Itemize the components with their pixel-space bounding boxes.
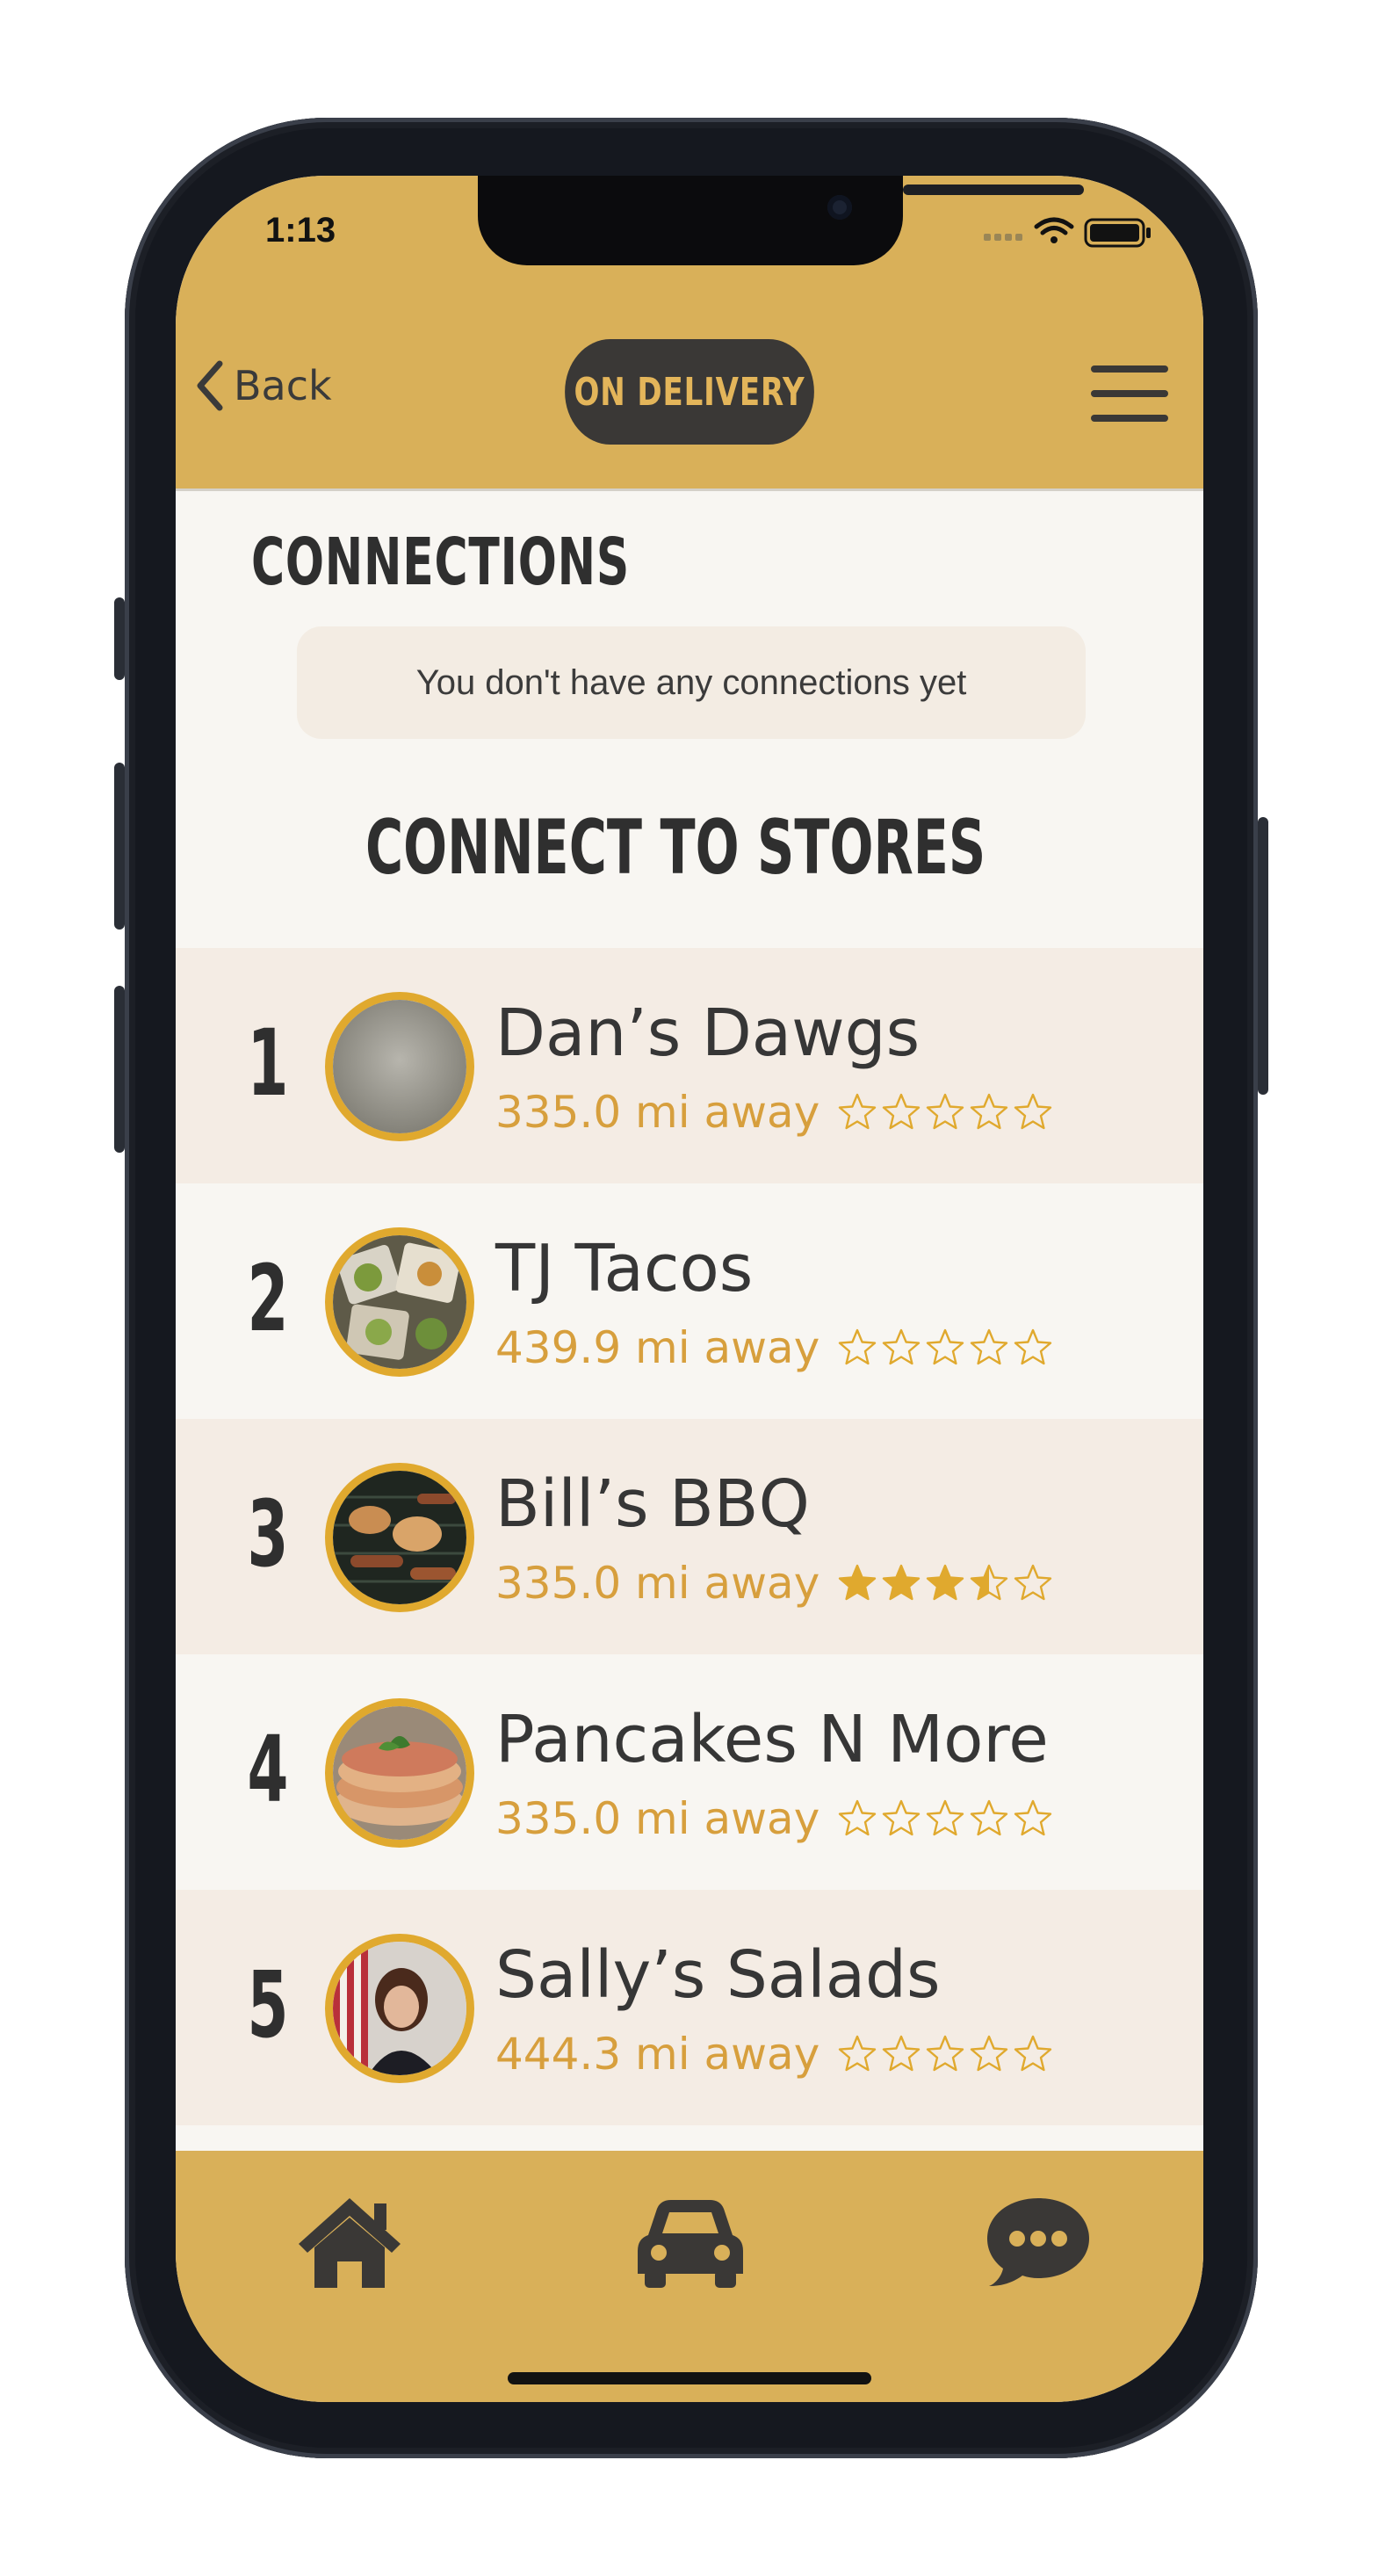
store-avatar <box>325 1934 474 2083</box>
store-distance: 335.0 mi away <box>495 1087 820 1138</box>
star-empty-icon <box>927 1799 964 1836</box>
main-content: CONNECTIONS You don't have any connectio… <box>176 491 1203 2152</box>
star-empty-icon <box>927 1328 964 1365</box>
store-list: 1 Dan’s Dawgs 335.0 mi away 2 TJ Tacos 4… <box>176 948 1203 2125</box>
star-empty-icon <box>1014 1564 1052 1601</box>
store-name: Pancakes N More <box>495 1702 1049 1777</box>
star-empty-icon <box>839 1799 877 1836</box>
signal-icon <box>984 234 1022 241</box>
hamburger-menu-icon[interactable] <box>1091 365 1168 423</box>
connections-title: CONNECTIONS <box>251 525 631 600</box>
star-empty-icon <box>927 1093 964 1130</box>
store-row[interactable]: 1 Dan’s Dawgs 335.0 mi away <box>176 948 1203 1183</box>
star-empty-icon <box>1014 2035 1052 2072</box>
store-name: Sally’s Salads <box>495 1937 941 2013</box>
star-empty-icon <box>927 2035 964 2072</box>
store-rank: 4 <box>247 1716 289 1823</box>
store-rank: 3 <box>247 1480 289 1588</box>
store-avatar <box>325 1463 474 1612</box>
battery-icon <box>1084 218 1151 248</box>
mute-switch <box>114 597 125 680</box>
store-meta: 444.3 mi away <box>495 2029 1053 2080</box>
star-empty-icon <box>883 2035 921 2072</box>
store-distance: 444.3 mi away <box>495 2029 820 2080</box>
store-row[interactable]: 5 Sally’s Salads 444.3 mi away <box>176 1890 1203 2125</box>
status-time: 1:13 <box>265 211 336 250</box>
connect-to-stores-heading: CONNECT TO STORES <box>334 786 1054 909</box>
front-camera <box>827 195 852 220</box>
store-avatar <box>325 1698 474 1848</box>
bottom-nav <box>176 2151 1203 2402</box>
notch <box>478 176 1084 265</box>
star-empty-icon <box>883 1093 921 1130</box>
store-rank: 5 <box>247 1951 289 2059</box>
connect-to-stores-label: CONNECT TO STORES <box>365 804 986 892</box>
connections-empty-state: You don't have any connections yet <box>297 626 1086 739</box>
star-empty-icon <box>883 1799 921 1836</box>
star-half-icon <box>971 1564 1008 1601</box>
star-empty-icon <box>839 1328 877 1365</box>
store-row[interactable]: 4 Pancakes N More 335.0 mi away <box>176 1654 1203 1890</box>
back-label: Back <box>234 362 332 409</box>
wifi-icon <box>1034 217 1074 243</box>
store-row[interactable]: 3 Bill’s BBQ 335.0 mi away <box>176 1419 1203 1654</box>
store-name: TJ Tacos <box>495 1231 754 1306</box>
chat-icon[interactable] <box>984 2193 1093 2290</box>
store-avatar <box>325 992 474 1141</box>
star-empty-icon <box>883 1328 921 1365</box>
star-filled-icon <box>883 1564 921 1601</box>
store-meta: 335.0 mi away <box>495 1793 1053 1844</box>
star-empty-icon <box>971 1093 1008 1130</box>
back-button[interactable]: Back <box>195 360 332 411</box>
store-distance: 335.0 mi away <box>495 1558 820 1609</box>
store-distance: 439.9 mi away <box>495 1322 820 1373</box>
star-rating <box>837 1563 1053 1603</box>
store-meta: 439.9 mi away <box>495 1322 1053 1373</box>
store-rank: 2 <box>247 1245 289 1352</box>
volume-down-button <box>114 986 125 1153</box>
star-rating <box>837 1328 1053 1368</box>
status-icons <box>984 217 1151 248</box>
star-filled-icon <box>927 1564 964 1601</box>
delivery-status-pill[interactable]: ON DELIVERY <box>565 339 814 445</box>
star-empty-icon <box>1014 1799 1052 1836</box>
store-meta: 335.0 mi away <box>495 1087 1053 1138</box>
empty-message: You don't have any connections yet <box>415 662 967 702</box>
store-meta: 335.0 mi away <box>495 1558 1053 1609</box>
star-empty-icon <box>1014 1328 1052 1365</box>
store-rank: 1 <box>247 1009 289 1117</box>
car-icon[interactable] <box>636 2193 745 2290</box>
store-name: Dan’s Dawgs <box>495 995 921 1071</box>
store-distance: 335.0 mi away <box>495 1793 820 1844</box>
chevron-left-icon <box>197 360 223 411</box>
volume-up-button <box>114 763 125 930</box>
app-screen: 1:13 Back ON DELIVERY CONNECTIONS You do… <box>176 176 1203 2402</box>
store-name: Bill’s BBQ <box>495 1466 810 1542</box>
star-rating <box>837 2034 1053 2074</box>
star-rating <box>837 1798 1053 1839</box>
store-row[interactable]: 2 TJ Tacos 439.9 mi away <box>176 1183 1203 1419</box>
header-bar: 1:13 Back ON DELIVERY <box>176 176 1203 488</box>
star-rating <box>837 1092 1053 1132</box>
star-empty-icon <box>971 2035 1008 2072</box>
star-empty-icon <box>839 2035 877 2072</box>
star-filled-icon <box>839 1564 877 1601</box>
star-empty-icon <box>1014 1093 1052 1130</box>
home-indicator <box>508 2372 871 2384</box>
speaker <box>903 185 1084 195</box>
star-empty-icon <box>971 1328 1008 1365</box>
star-empty-icon <box>971 1799 1008 1836</box>
home-icon[interactable] <box>295 2193 404 2290</box>
store-avatar <box>325 1227 474 1377</box>
power-button <box>1258 817 1268 1095</box>
star-empty-icon <box>839 1093 877 1130</box>
